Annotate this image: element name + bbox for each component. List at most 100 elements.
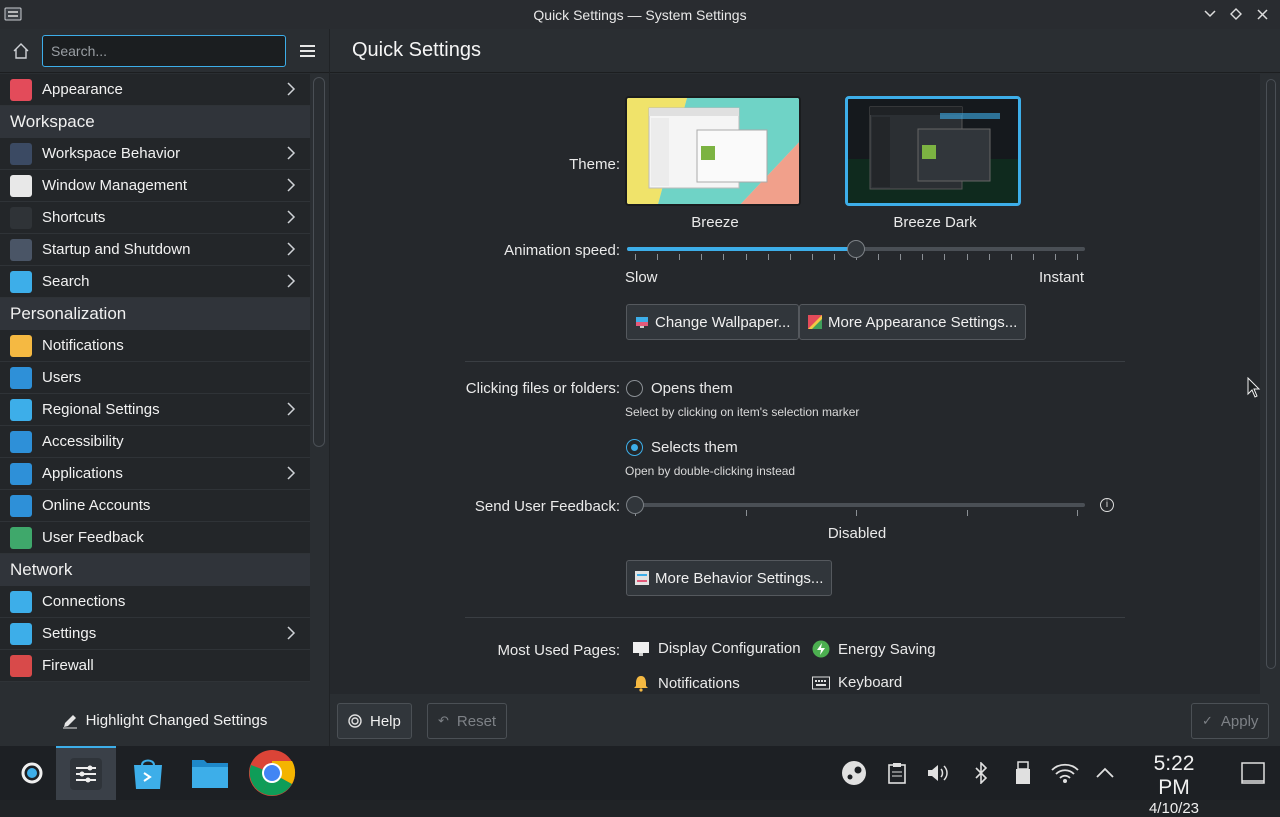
animation-speed-handle[interactable]	[847, 240, 865, 258]
globe-icon	[10, 590, 32, 613]
more-appearance-settings-button[interactable]: More Appearance Settings...	[799, 304, 1027, 340]
sidebar-item-users[interactable]: Users	[0, 362, 310, 394]
taskbar-discover[interactable]	[118, 746, 178, 800]
content-scrollbar[interactable]	[1266, 79, 1276, 669]
opens-them-radio[interactable]	[626, 380, 643, 397]
most-used-keyboard[interactable]: Keyboard	[812, 674, 902, 691]
system-settings-icon	[70, 758, 102, 790]
feedback-handle[interactable]	[626, 496, 644, 514]
application-launcher[interactable]	[0, 746, 60, 800]
sidebar-item-label: Notifications	[42, 337, 124, 354]
sidebar-item-accessibility[interactable]: Accessibility	[0, 426, 310, 458]
apply-button[interactable]: ✓ Apply	[1191, 703, 1270, 739]
user-feedback-icon	[10, 526, 32, 549]
maximize-button[interactable]	[1226, 4, 1246, 24]
sidebar-item-regional-settings[interactable]: Regional Settings	[0, 394, 310, 426]
sidebar-item-label: Regional Settings	[42, 401, 160, 418]
close-button[interactable]	[1252, 4, 1272, 24]
sidebar-item-firewall[interactable]: Firewall	[0, 650, 310, 682]
sidebar-item-label: Window Management	[42, 177, 188, 194]
sidebar-item-workspace-behavior[interactable]: Workspace Behavior	[0, 138, 310, 170]
opens-them-hint: Select by clicking on item's selection m…	[625, 405, 860, 419]
appearance-icon	[808, 315, 822, 329]
sidebar-scrollbar[interactable]	[313, 77, 325, 447]
page-title: Quick Settings	[330, 29, 1280, 73]
sidebar-item-appearance[interactable]: Appearance	[0, 74, 310, 106]
sidebar-item-label: Firewall	[42, 657, 94, 674]
sidebar-item-user-feedback[interactable]: User Feedback	[0, 522, 310, 554]
slider-tick	[1010, 254, 1012, 260]
theme-breeze-dark-name[interactable]: Breeze Dark	[847, 214, 1023, 231]
separator	[465, 617, 1125, 618]
chevron-right-icon	[287, 178, 296, 192]
sidebar-item-online-accounts[interactable]: Online Accounts	[0, 490, 310, 522]
highlight-label: Highlight Changed Settings	[85, 712, 268, 729]
sidebar-item-connections[interactable]: Connections	[0, 586, 310, 618]
clicking-label: Clicking files or folders:	[465, 380, 620, 397]
slider-tick	[856, 510, 857, 516]
chevron-right-icon	[287, 402, 296, 416]
system-tray-expand-icon[interactable]	[1090, 758, 1120, 788]
change-wallpaper-button[interactable]: Change Wallpaper...	[626, 304, 800, 340]
steamdeck-launcher-icon	[21, 762, 43, 784]
sidebar-item-applications[interactable]: Applications	[0, 458, 310, 490]
removable-device-icon[interactable]	[1008, 758, 1038, 788]
feedback-slider[interactable]	[627, 503, 1085, 507]
sidebar-item-window-management[interactable]: Window Management	[0, 170, 310, 202]
sidebar-item-label: Settings	[42, 625, 97, 642]
separator	[465, 361, 1125, 362]
reset-button[interactable]: ↶ Reset	[427, 703, 508, 739]
theme-breeze-name[interactable]: Breeze	[627, 214, 803, 231]
chevron-right-icon	[287, 466, 296, 480]
theme-breeze-dark-thumbnail[interactable]	[845, 96, 1021, 206]
theme-breeze-thumbnail[interactable]	[625, 96, 801, 206]
bluetooth-icon[interactable]	[966, 758, 996, 788]
sidebar-item-settings[interactable]: Settings	[0, 618, 310, 650]
selects-them-label[interactable]: Selects them	[651, 439, 738, 456]
clock-date: 4/10/23	[1148, 800, 1200, 817]
minimize-button[interactable]	[1200, 4, 1220, 24]
home-icon[interactable]	[8, 38, 34, 64]
system-settings-icon[interactable]	[4, 5, 22, 23]
taskbar-file-manager[interactable]	[180, 746, 240, 800]
clipboard-icon[interactable]	[882, 758, 912, 788]
keyboard-icon	[812, 676, 830, 689]
energy-icon	[812, 640, 830, 658]
sidebar-item-label: Applications	[42, 465, 123, 482]
info-icon[interactable]: i	[1100, 498, 1114, 512]
hamburger-menu-icon[interactable]	[294, 38, 320, 64]
search-icon	[10, 270, 32, 293]
most-used-display-configuration[interactable]: Display Configuration	[632, 640, 801, 657]
highlight-changed-settings-button[interactable]: Highlight Changed Settings	[0, 695, 329, 746]
selects-them-radio[interactable]	[626, 439, 643, 456]
animation-speed-fill	[627, 247, 856, 251]
bell-icon	[10, 334, 32, 357]
slider-tick	[767, 254, 769, 260]
taskbar-system-settings[interactable]	[56, 746, 116, 800]
digital-clock[interactable]: 5:22 PM 4/10/23	[1136, 752, 1212, 817]
sidebar-item-notifications[interactable]: Notifications	[0, 330, 310, 362]
sidebar-item-search[interactable]: Search	[0, 266, 310, 298]
wifi-icon[interactable]	[1050, 758, 1080, 788]
slider-tick	[657, 254, 659, 260]
more-behavior-settings-button[interactable]: More Behavior Settings...	[626, 560, 833, 596]
steam-tray-icon[interactable]	[839, 758, 869, 788]
chevron-right-icon	[287, 210, 296, 224]
opens-them-label[interactable]: Opens them	[651, 380, 733, 397]
slider-tick	[922, 254, 924, 260]
folder-icon	[192, 760, 228, 788]
taskbar-chrome[interactable]	[242, 746, 302, 800]
sidebar-item-shortcuts[interactable]: Shortcuts	[0, 202, 310, 234]
most-used-energy-saving[interactable]: Energy Saving	[812, 640, 936, 658]
slider-tick	[1054, 254, 1056, 260]
animation-instant-label: Instant	[1039, 269, 1085, 286]
search-input[interactable]	[42, 34, 286, 67]
show-desktop-icon[interactable]	[1238, 758, 1268, 788]
sidebar-item-label: Users	[42, 369, 82, 386]
online-accounts-icon	[10, 494, 32, 517]
most-used-notifications[interactable]: Notifications	[632, 674, 740, 692]
volume-icon[interactable]	[923, 758, 953, 788]
discover-store-icon	[134, 759, 162, 789]
help-button[interactable]: Help	[337, 703, 412, 739]
sidebar-item-startup-and-shutdown[interactable]: Startup and Shutdown	[0, 234, 310, 266]
